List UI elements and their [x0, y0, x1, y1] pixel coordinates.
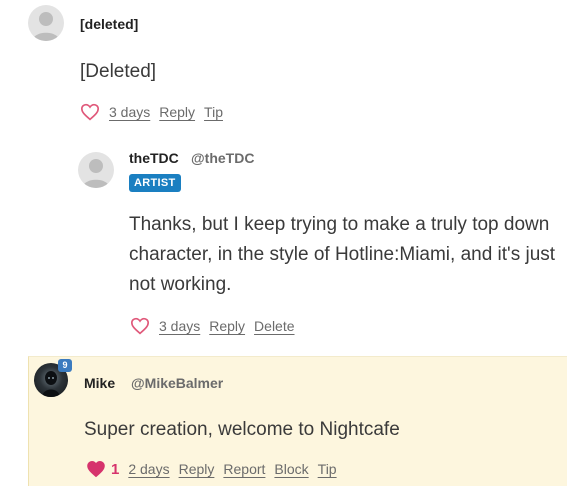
- comment-body: [Deleted]: [80, 61, 157, 82]
- artist-badge: ARTIST: [129, 174, 181, 192]
- report-link[interactable]: Report: [223, 461, 265, 477]
- reply-link[interactable]: Reply: [179, 461, 215, 477]
- comment-body: Super creation, welcome to Nightcafe: [84, 419, 400, 440]
- default-user-icon: [32, 12, 60, 41]
- avatar[interactable]: [28, 5, 64, 41]
- comment-actions: 1 2 days Reply Report Block Tip: [86, 460, 337, 478]
- tip-link[interactable]: Tip: [204, 104, 223, 120]
- like-count: 1: [111, 460, 120, 478]
- comment-actions: 3 days Reply Delete: [130, 317, 295, 335]
- comment-actions: 3 days Reply Tip: [80, 103, 223, 121]
- heart-filled-icon[interactable]: [86, 460, 106, 478]
- timestamp-link[interactable]: 2 days: [128, 461, 169, 477]
- comment-body: Thanks, but I keep trying to make a trul…: [129, 214, 556, 295]
- timestamp-link[interactable]: 3 days: [109, 104, 150, 120]
- heart-icon[interactable]: [80, 103, 100, 121]
- reply-link[interactable]: Reply: [209, 318, 245, 334]
- comments-thread: [deleted] [Deleted] 3 days Reply Tip the…: [0, 0, 586, 486]
- block-link[interactable]: Block: [274, 461, 308, 477]
- comment-username[interactable]: [deleted]: [80, 16, 138, 32]
- level-badge: 9: [58, 359, 72, 372]
- heart-icon[interactable]: [130, 317, 150, 335]
- default-user-icon: [82, 159, 110, 188]
- avatar[interactable]: [78, 152, 114, 188]
- delete-link[interactable]: Delete: [254, 318, 294, 334]
- timestamp-link[interactable]: 3 days: [159, 318, 200, 334]
- comment-handle[interactable]: @MikeBalmer: [131, 375, 223, 391]
- reply-link[interactable]: Reply: [159, 104, 195, 120]
- comment-handle[interactable]: @theTDC: [191, 150, 254, 166]
- comment-username[interactable]: theTDC: [129, 150, 179, 166]
- comment-username[interactable]: Mike: [84, 375, 115, 391]
- tip-link[interactable]: Tip: [318, 461, 337, 477]
